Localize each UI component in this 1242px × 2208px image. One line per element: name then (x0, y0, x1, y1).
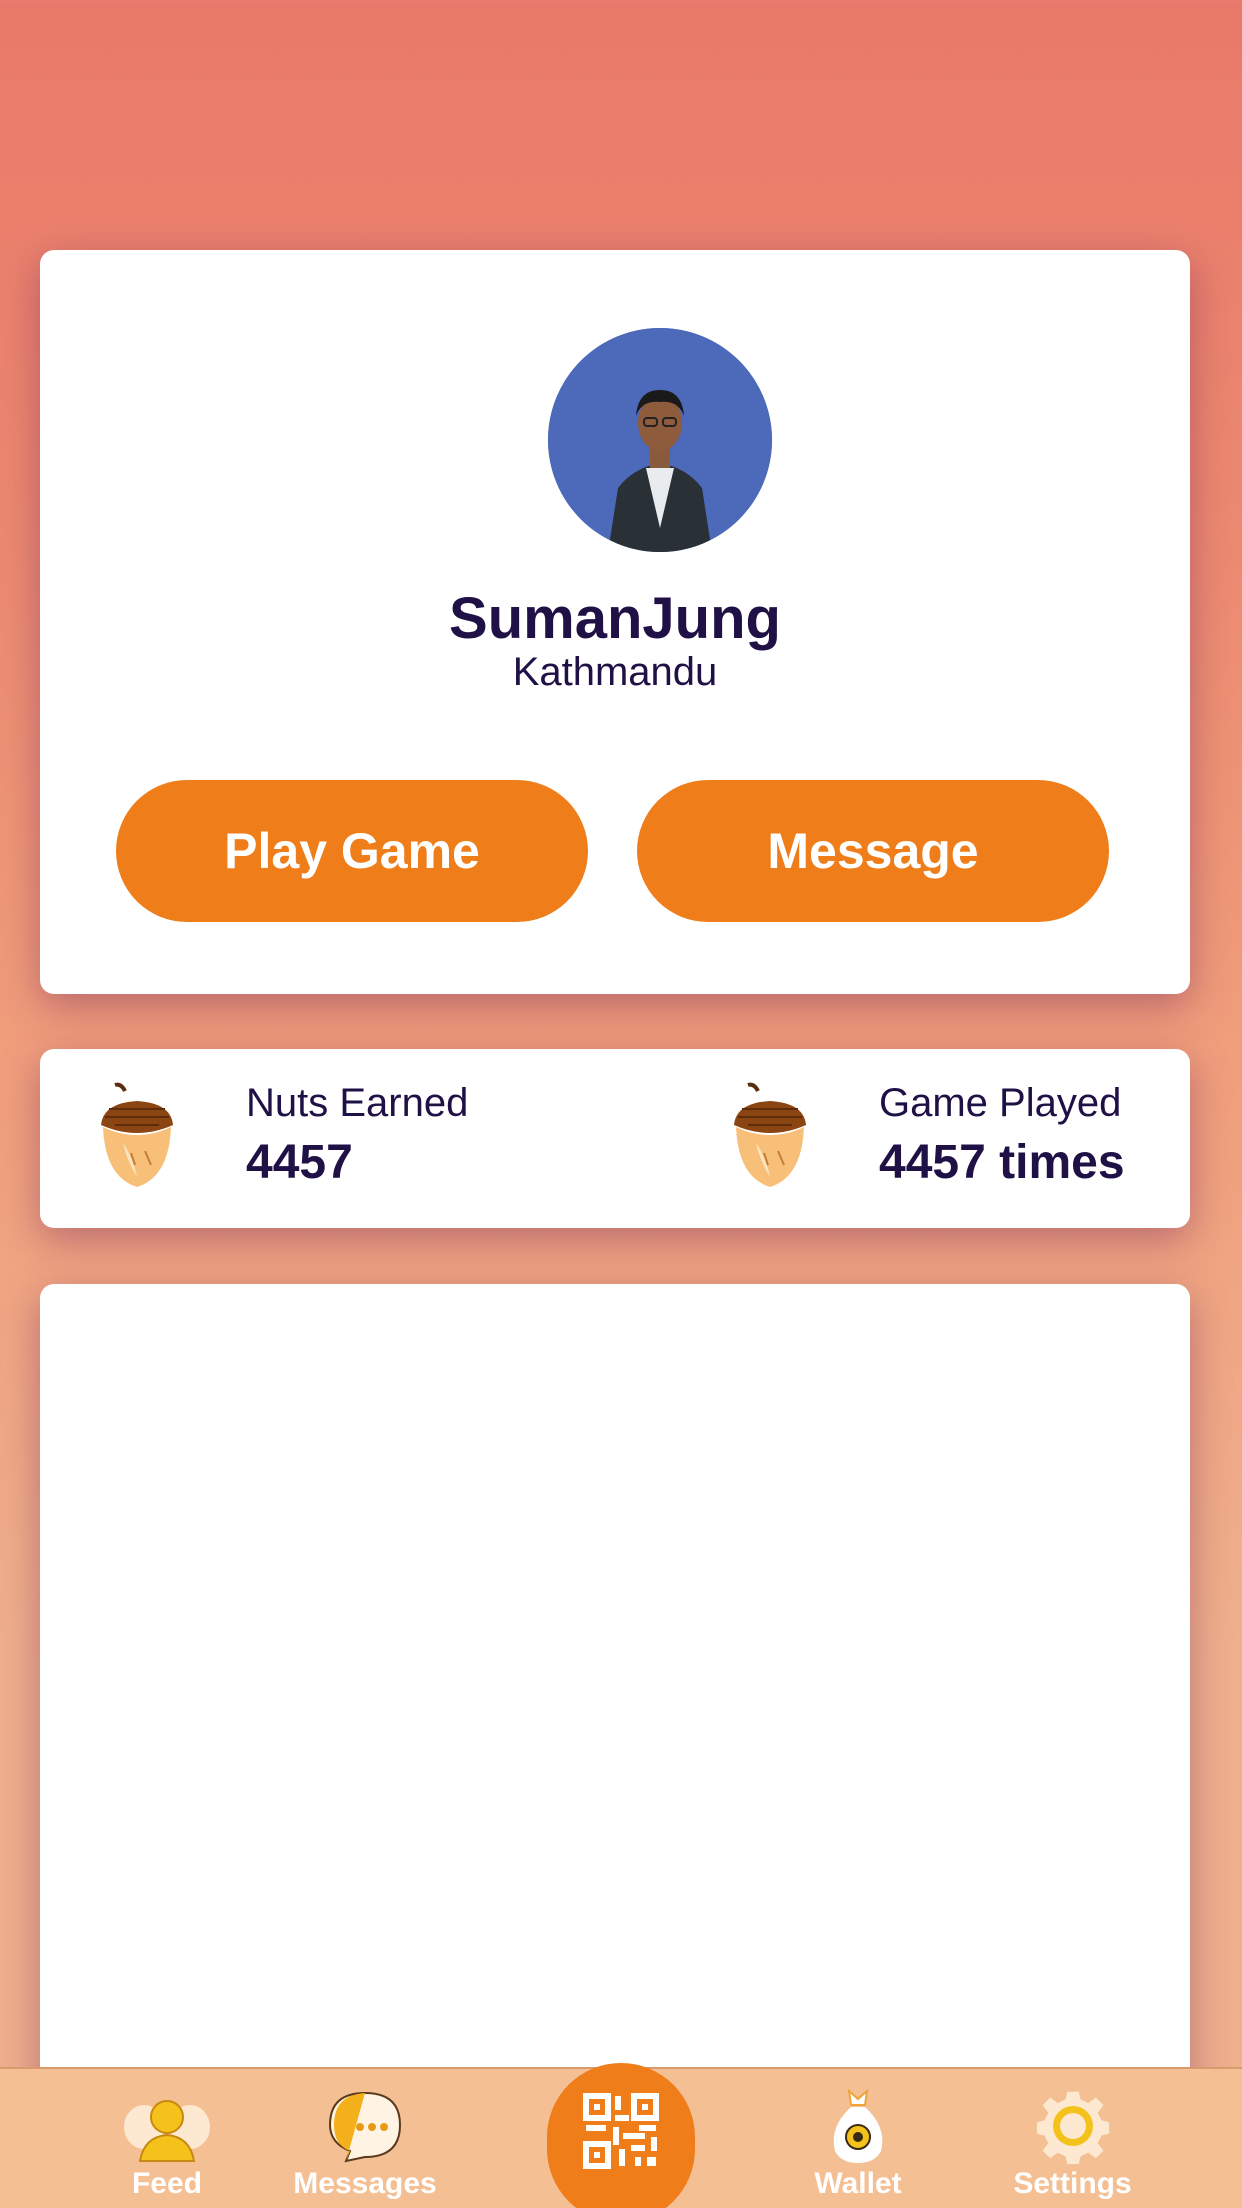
settings-icon (1036, 2091, 1109, 2164)
nuts-earned-label: Nuts Earned (246, 1081, 469, 1125)
avatar[interactable] (548, 328, 772, 552)
wallet-icon (833, 2088, 883, 2163)
tab-messages[interactable]: Messages (285, 2069, 445, 2208)
messages-icon (328, 2091, 402, 2163)
tab-wallet[interactable]: Wallet (808, 2069, 908, 2208)
tab-settings[interactable]: Settings (1000, 2069, 1145, 2208)
games-played-label: Game Played (879, 1081, 1122, 1125)
nuts-earned-value: 4457 (246, 1136, 353, 1189)
message-button[interactable]: Message (637, 780, 1109, 922)
qr-scan-button[interactable] (547, 2063, 695, 2208)
profile-city: Kathmandu (512, 650, 718, 694)
tab-feed-label: Feed (131, 2167, 203, 2200)
acorn-icon (101, 1082, 173, 1187)
tab-messages-label: Messages (293, 2167, 437, 2200)
acorn-icon (734, 1082, 806, 1187)
stats-card: Nuts Earned 4457 Game Played 4457 times (40, 1049, 1190, 1228)
tab-wallet-label: Wallet (814, 2167, 902, 2200)
tab-feed[interactable]: Feed (117, 2069, 217, 2208)
profile-card: SumanJung Kathmandu Play Game Message (40, 250, 1190, 994)
games-played-value: 4457 times (879, 1136, 1125, 1189)
tab-settings-label: Settings (1013, 2167, 1132, 2200)
play-game-button[interactable]: Play Game (116, 780, 588, 922)
profile-photo (548, 328, 772, 552)
feed-icon (124, 2100, 210, 2162)
qr-code-icon (583, 2093, 659, 2169)
profile-name: SumanJung (449, 586, 781, 651)
